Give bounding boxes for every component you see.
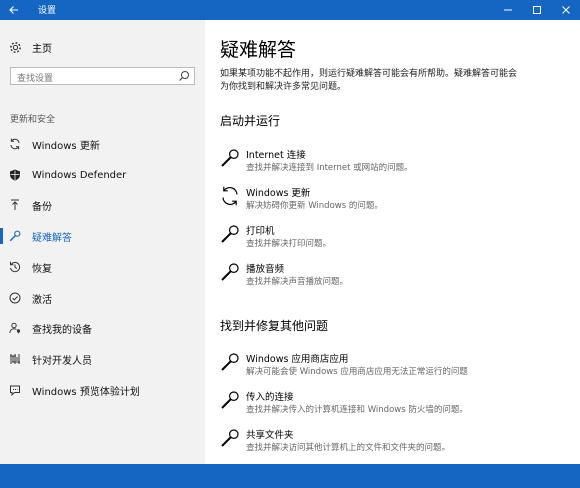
troubleshooter-windows-update[interactable]: Windows 更新 解决妨碍你更新 Windows 的问题。: [220, 182, 560, 212]
sidebar-item-label: 疑难解答: [32, 232, 72, 244]
recovery-icon: [8, 260, 22, 274]
wrench-icon: [8, 229, 22, 243]
troubleshooter-incoming-connections[interactable]: 传入的连接 查找并解决传入的计算机连接和 Windows 防火墙的问题。: [220, 386, 560, 416]
minimize-button[interactable]: [494, 0, 521, 20]
search-icon: [179, 71, 189, 81]
sidebar-item-recovery[interactable]: 恢复: [0, 256, 205, 278]
back-arrow-icon: [9, 6, 18, 14]
troubleshooter-description: 解决可能会使 Windows 应用商店应用无法正常运行的问题: [246, 367, 468, 377]
troubleshooter-description: 查找并解决访问其他计算机上的文件和文件夹的问题。: [246, 443, 451, 453]
minimize-icon: [503, 9, 512, 11]
troubleshooter-windows-store-apps[interactable]: Windows 应用商店应用 解决可能会使 Windows 应用商店应用无法正常…: [220, 348, 560, 378]
wrench-icon: [221, 391, 239, 409]
sidebar-item-windows-update[interactable]: Windows 更新: [0, 133, 205, 155]
troubleshooter-printer[interactable]: 打印机 查找并解决打印问题。: [220, 220, 560, 250]
sidebar-item-label: 针对开发人员: [32, 355, 92, 367]
sync-icon: [222, 186, 238, 206]
maximize-button[interactable]: [523, 0, 550, 20]
close-icon: [561, 6, 570, 14]
sidebar-item-label: Windows Defender: [32, 169, 127, 181]
troubleshooter-title: Internet 连接: [246, 150, 306, 161]
sidebar-item-find-my-device[interactable]: 查找我的设备: [0, 317, 205, 339]
close-button[interactable]: [552, 0, 579, 20]
sidebar-item-label: 备份: [32, 201, 52, 213]
sidebar-item-label: 查找我的设备: [32, 324, 92, 336]
person-location-icon: [8, 321, 22, 335]
search-input[interactable]: 查找设置: [10, 67, 195, 85]
maximize-icon: [532, 6, 541, 14]
section-heading-get-up-and-running: 启动并运行: [220, 114, 281, 128]
troubleshooter-description: 查找并解决打印问题。: [246, 239, 332, 249]
troubleshooter-description: 查找并解决连接到 Internet 或网站的问题。: [246, 163, 413, 173]
home-link[interactable]: 主页: [8, 39, 52, 55]
troubleshooter-title: 打印机: [246, 226, 275, 237]
backup-arrow-icon: [8, 198, 22, 212]
sidebar-item-troubleshoot[interactable]: 疑难解答: [0, 225, 205, 247]
wrench-icon: [221, 263, 239, 281]
page-description: 如果某项功能不起作用，则运行疑难解答可能会有所帮助。疑难解答可能会为你找到和解决…: [220, 69, 518, 92]
title-bar: 设置: [0, 0, 580, 20]
troubleshooter-title: 共享文件夹: [246, 430, 294, 441]
sidebar-item-label: 激活: [32, 294, 52, 306]
troubleshooter-title: 传入的连接: [246, 392, 294, 403]
sidebar-item-for-developers[interactable]: 针对开发人员: [0, 348, 205, 370]
troubleshooter-title: Windows 更新: [246, 188, 311, 199]
active-indicator: [0, 228, 3, 244]
sidebar-item-insider-program[interactable]: Windows 预览体验计划: [0, 379, 205, 401]
sidebar-item-windows-defender[interactable]: Windows Defender: [0, 164, 205, 186]
wrench-icon: [221, 353, 239, 371]
troubleshooter-shared-folders[interactable]: 共享文件夹 查找并解决访问其他计算机上的文件和文件夹的问题。: [220, 424, 560, 454]
wrench-icon: [221, 225, 239, 243]
home-label: 主页: [32, 43, 52, 55]
wrench-icon: [221, 429, 239, 447]
sidebar-item-label: Windows 更新: [32, 140, 100, 152]
developer-icon: [8, 352, 22, 366]
page-title: 疑难解答: [220, 39, 297, 61]
main-content: 疑难解答 如果某项功能不起作用，则运行疑难解答可能会有所帮助。疑难解答可能会为你…: [205, 20, 580, 464]
window-title: 设置: [38, 6, 57, 16]
troubleshooter-description: 查找并解决声音播放问题。: [246, 277, 349, 287]
search-placeholder: 查找设置: [17, 74, 54, 84]
troubleshooter-title: Windows 应用商店应用: [246, 354, 349, 365]
gear-icon: [8, 40, 22, 54]
insider-icon: [8, 383, 22, 397]
taskbar: [0, 464, 580, 488]
troubleshooter-description: 解决妨碍你更新 Windows 的问题。: [246, 201, 383, 211]
section-heading-find-and-fix-other-problems: 找到并修复其他问题: [220, 319, 329, 333]
wrench-icon: [221, 149, 239, 167]
troubleshooter-playing-audio[interactable]: 播放音频 查找并解决声音播放问题。: [220, 258, 560, 288]
check-circle-icon: [8, 291, 22, 305]
troubleshooter-description: 查找并解决传入的计算机连接和 Windows 防火墙的问题。: [246, 405, 468, 415]
sidebar-item-label: 恢复: [32, 263, 52, 275]
sidebar: 主页 查找设置 更新和安全 Windows 更新 Windows Defende…: [0, 20, 205, 464]
sidebar-item-backup[interactable]: 备份: [0, 194, 205, 216]
sync-icon: [8, 137, 22, 151]
section-label: 更新和安全: [10, 115, 56, 125]
troubleshooter-title: 播放音频: [246, 264, 285, 275]
sidebar-item-label: Windows 预览体验计划: [32, 386, 140, 398]
sidebar-item-activation[interactable]: 激活: [0, 287, 205, 309]
shield-icon: [8, 168, 22, 182]
troubleshooter-internet-connections[interactable]: Internet 连接 查找并解决连接到 Internet 或网站的问题。: [220, 144, 560, 174]
back-button[interactable]: [0, 0, 28, 20]
